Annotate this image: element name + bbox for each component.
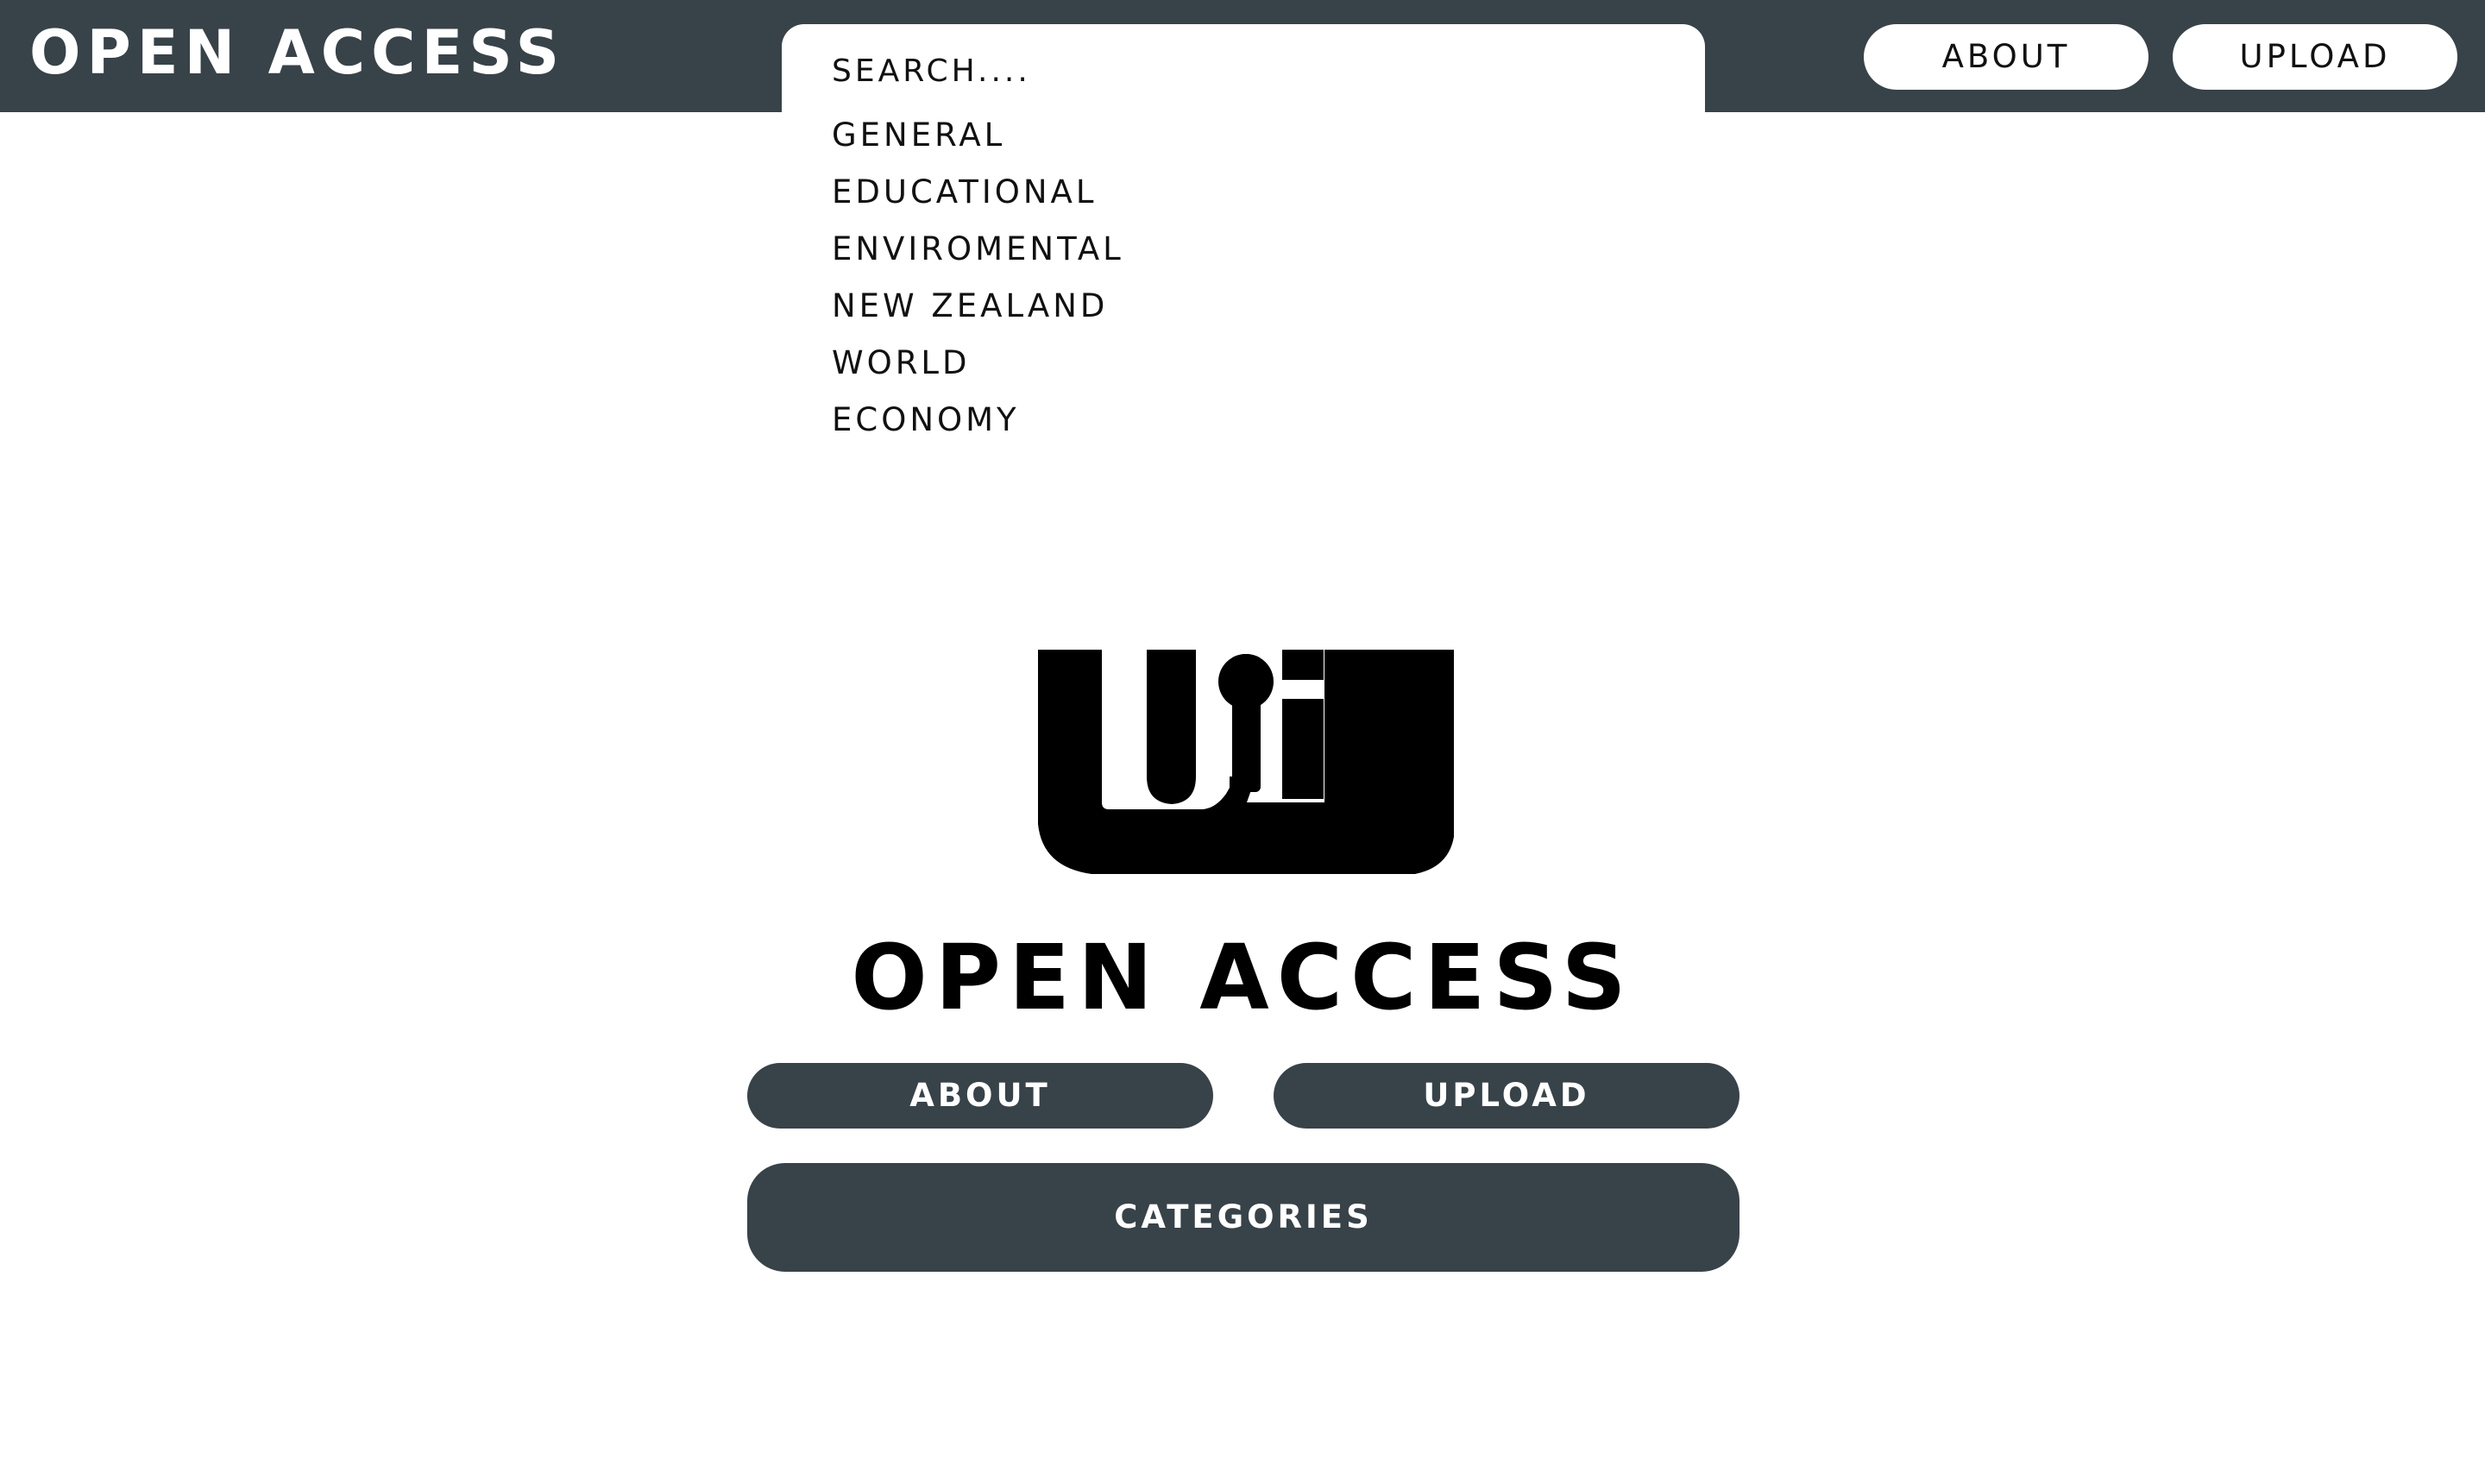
dropdown-item-educational[interactable]: EDUCATIONAL [832,164,1124,221]
hero-title: OPEN ACCESS [851,925,1634,1030]
search-dropdown-panel: GENERAL EDUCATIONAL ENVIROMENTAL NEW ZEA… [782,24,1705,447]
dropdown-item-economy[interactable]: ECONOMY [832,392,1124,449]
hero-upload-button[interactable]: UPLOAD [1274,1063,1740,1129]
brand-title[interactable]: OPEN ACCESS [29,14,565,91]
dropdown-item-general[interactable]: GENERAL [832,107,1124,164]
top-navigation-bar: OPEN ACCESS GENERAL EDUCATIONAL ENVIROME… [0,0,2485,447]
hero-about-button[interactable]: ABOUT [747,1063,1213,1129]
dropdown-item-world[interactable]: WORLD [832,335,1124,392]
uoa-keyhole-logo-icon [1038,650,1454,874]
dropdown-item-enviromental[interactable]: ENVIROMENTAL [832,221,1124,278]
category-dropdown-list: GENERAL EDUCATIONAL ENVIROMENTAL NEW ZEA… [832,107,1124,449]
search-input[interactable] [832,43,1660,98]
hero-categories-button[interactable]: CATEGORIES [747,1163,1740,1272]
header-upload-button[interactable]: UPLOAD [2173,24,2457,90]
dropdown-item-new-zealand[interactable]: NEW ZEALAND [832,278,1124,335]
header-about-button[interactable]: ABOUT [1864,24,2148,90]
